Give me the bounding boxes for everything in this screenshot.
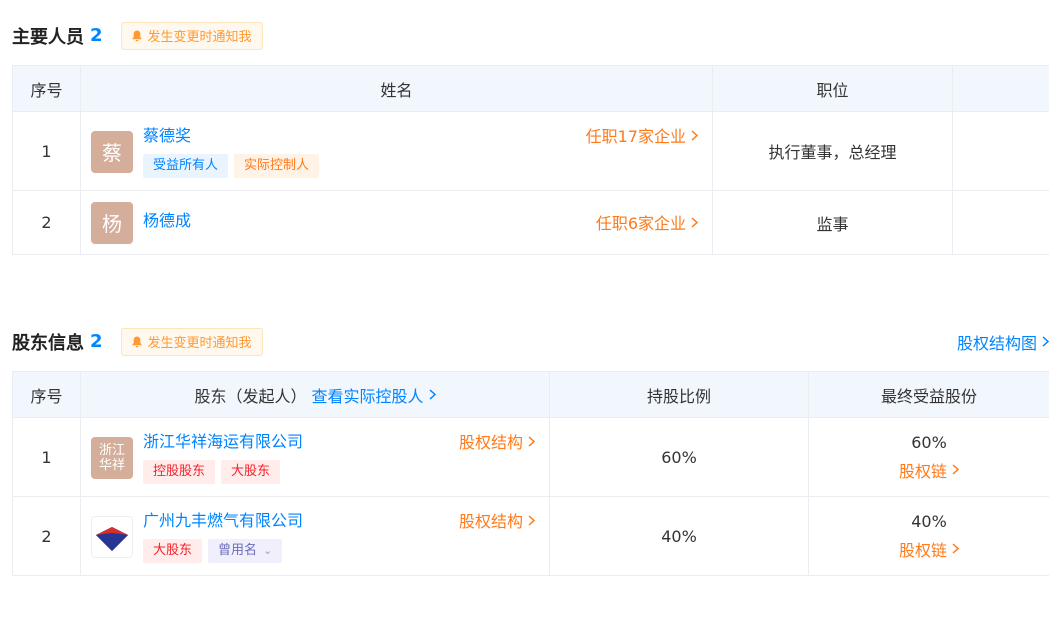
holder-cell: 浙江华祥 浙江华祥海运有限公司 控股股东 大股东 股权结构 (80, 417, 550, 497)
col-header-no: 序号 (12, 371, 81, 418)
shareholders-header: 股东信息 2 发生变更时通知我 股权结构图 (12, 324, 1049, 359)
col-header-extra (952, 65, 1049, 112)
shareholders-section: 股东信息 2 发生变更时通知我 股权结构图 序号 股东（发起人） 查看实际控股人… (12, 324, 1049, 576)
table-header-row: 序号 姓名 职位 (12, 65, 1049, 112)
personnel-count: 2 (90, 25, 103, 46)
equity-chain-label: 股权链 (898, 540, 947, 560)
row-no: 1 (12, 417, 81, 497)
avatar: 杨 (91, 201, 133, 244)
chevron-right-icon (952, 543, 959, 554)
equity-structure-link[interactable]: 股权结构 (459, 429, 535, 453)
chevron-right-icon (952, 464, 959, 475)
personnel-table: 序号 姓名 职位 1 蔡 蔡德奖 受益所有人 实际控制人 任职17家企业 执行董… (12, 65, 1049, 255)
company-logo (91, 515, 133, 558)
table-row: 1 蔡 蔡德奖 受益所有人 实际控制人 任职17家企业 执行董事，总经理 (12, 111, 1049, 191)
final-cell: 40% 股权链 (808, 496, 1049, 576)
person-cell: 杨 杨德成 任职6家企业 (80, 190, 713, 255)
equity-chain-link[interactable]: 股权链 (899, 458, 959, 482)
col-header-final: 最终受益股份 (808, 371, 1049, 418)
tag-controlling-shareholder: 控股股东 (143, 459, 216, 484)
company-name-link[interactable]: 浙江华祥海运有限公司 (143, 431, 303, 453)
equity-chain-link[interactable]: 股权链 (899, 537, 959, 561)
final-cell: 60% 股权链 (808, 417, 1049, 497)
company-name-link[interactable]: 广州九丰燃气有限公司 (143, 510, 303, 532)
view-actual-holder-label: 查看实际控股人 (311, 386, 424, 406)
chevron-right-icon (691, 130, 698, 141)
chevron-right-icon (1042, 336, 1049, 347)
table-row: 2 杨 杨德成 任职6家企业 监事 (12, 190, 1049, 255)
tag-major-shareholder: 大股东 (221, 459, 281, 484)
positions-link-label: 任职6家企业 (595, 214, 686, 233)
avatar: 蔡 (91, 130, 133, 173)
equity-structure-chart-link[interactable]: 股权结构图 (957, 330, 1049, 354)
positions-link[interactable]: 任职17家企业 (586, 123, 698, 147)
personnel-notify-button[interactable]: 发生变更时通知我 (120, 21, 263, 50)
person-name-link[interactable]: 杨德成 (143, 210, 191, 232)
position-cell: 执行董事，总经理 (712, 111, 953, 191)
final-share-value: 60% (911, 432, 947, 452)
ratio-cell: 40% (549, 496, 809, 576)
col-header-position: 职位 (712, 65, 953, 112)
chevron-right-icon (528, 436, 535, 447)
personnel-section: 主要人员 2 发生变更时通知我 序号 姓名 职位 1 蔡 蔡德奖 受益所有人 实… (12, 18, 1049, 255)
chevron-right-icon (691, 217, 698, 228)
tag-major-shareholder: 大股东 (143, 538, 203, 563)
equity-structure-label: 股权结构 (458, 512, 523, 531)
position-cell: 监事 (712, 190, 953, 255)
row-no: 2 (12, 190, 81, 255)
col-header-holder: 股东（发起人） 查看实际控股人 (80, 371, 550, 418)
tag-actual-controller: 实际控制人 (234, 153, 320, 178)
ratio-cell: 60% (549, 417, 809, 497)
shareholders-title: 股东信息 (12, 332, 84, 354)
view-actual-holder-link[interactable]: 查看实际控股人 (312, 383, 436, 407)
equity-structure-chart-label: 股权结构图 (956, 333, 1037, 353)
table-row: 1 浙江华祥 浙江华祥海运有限公司 控股股东 大股东 股权结构 60% 60% … (12, 417, 1049, 497)
final-share-value: 40% (911, 511, 947, 531)
positions-link-label: 任职17家企业 (585, 127, 686, 146)
shareholders-table: 序号 股东（发起人） 查看实际控股人 持股比例 最终受益股份 1 浙江华祥 浙江… (12, 371, 1049, 576)
positions-link[interactable]: 任职6家企业 (596, 210, 698, 234)
col-header-ratio: 持股比例 (549, 371, 809, 418)
holder-cell: 广州九丰燃气有限公司 大股东 曾用名 ⌄ 股权结构 (80, 496, 550, 576)
equity-chain-label: 股权链 (898, 461, 947, 481)
table-header-row: 序号 股东（发起人） 查看实际控股人 持股比例 最终受益股份 (12, 371, 1049, 418)
chevron-right-icon (528, 515, 535, 526)
equity-structure-label: 股权结构 (458, 433, 523, 452)
extra-cell (952, 111, 1049, 191)
equity-structure-link[interactable]: 股权结构 (459, 508, 535, 532)
col-header-no: 序号 (12, 65, 81, 112)
former-name-label: 曾用名 (218, 542, 258, 558)
notify-label: 发生变更时通知我 (147, 30, 252, 45)
col-header-name: 姓名 (80, 65, 713, 112)
company-avatar: 浙江华祥 (91, 436, 133, 479)
holder-header-label: 股东（发起人） (194, 386, 307, 406)
row-no: 1 (12, 111, 81, 191)
notify-label: 发生变更时通知我 (147, 336, 252, 351)
person-name-link[interactable]: 蔡德奖 (143, 125, 325, 147)
bell-icon (132, 30, 142, 42)
row-no: 2 (12, 496, 81, 576)
personnel-header: 主要人员 2 发生变更时通知我 (12, 18, 1049, 53)
tag-beneficial-owner: 受益所有人 (143, 153, 229, 178)
tag-former-name-dropdown[interactable]: 曾用名 ⌄ (208, 538, 283, 563)
shareholders-count: 2 (90, 331, 103, 352)
bell-icon (132, 336, 142, 348)
extra-cell (952, 190, 1049, 255)
triangle-logo-icon (96, 526, 128, 551)
shareholders-notify-button[interactable]: 发生变更时通知我 (120, 327, 263, 356)
personnel-title: 主要人员 (12, 26, 84, 48)
table-row: 2 广州九丰燃气有限公司 大股东 曾用名 ⌄ 股权结构 40% 40% 股权链 (12, 496, 1049, 576)
chevron-right-icon (429, 389, 436, 400)
chevron-down-icon: ⌄ (263, 543, 273, 557)
person-cell: 蔡 蔡德奖 受益所有人 实际控制人 任职17家企业 (80, 111, 713, 191)
